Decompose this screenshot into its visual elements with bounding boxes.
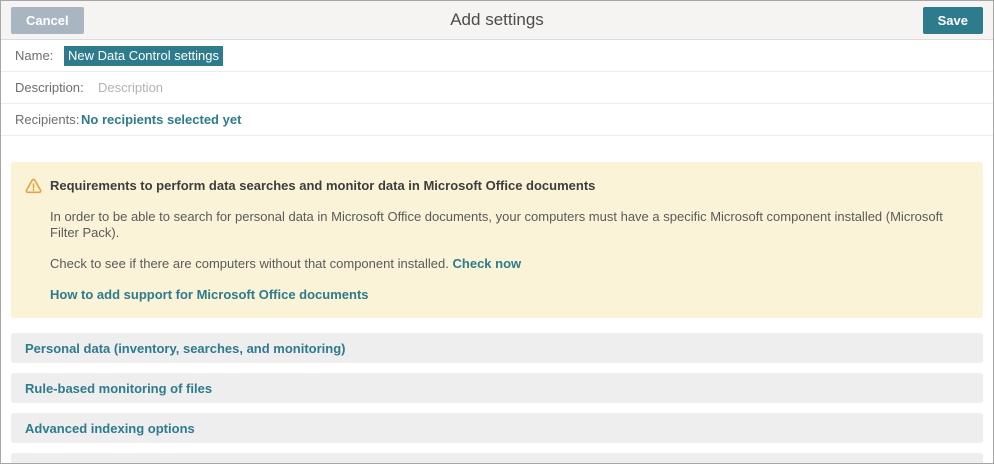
section-personal-data[interactable]: Personal data (inventory, searches, and … [11, 333, 983, 363]
recipients-label: Recipients: [15, 112, 81, 127]
section-advanced-indexing-label: Advanced indexing options [25, 421, 195, 436]
office-requirements-warning-panel: Requirements to perform data searches an… [11, 162, 983, 318]
warning-paragraph: In order to be able to search for person… [50, 209, 969, 241]
description-input[interactable] [98, 80, 498, 95]
section-removable-storage[interactable]: Write to removable storage drives [11, 453, 983, 464]
description-row: Description: [1, 72, 993, 104]
section-removable-storage-label: Write to removable storage drives [25, 461, 234, 464]
recipients-row: Recipients: No recipients selected yet [1, 104, 993, 136]
warning-header: Requirements to perform data searches an… [25, 178, 969, 194]
warning-help-row: How to add support for Microsoft Office … [50, 287, 969, 303]
description-label: Description: [15, 80, 98, 95]
top-bar: Cancel Add settings Save [1, 1, 993, 40]
save-button[interactable]: Save [923, 7, 983, 34]
name-label: Name: [15, 48, 64, 63]
cancel-button[interactable]: Cancel [11, 7, 84, 34]
section-rule-based-monitoring-label: Rule-based monitoring of files [25, 381, 212, 396]
section-advanced-indexing[interactable]: Advanced indexing options [11, 413, 983, 443]
office-support-help-link[interactable]: How to add support for Microsoft Office … [50, 287, 369, 302]
add-settings-page: Cancel Add settings Save Name: New Data … [0, 0, 994, 464]
section-rule-based-monitoring[interactable]: Rule-based monitoring of files [11, 373, 983, 403]
warning-check-text: Check to see if there are computers with… [50, 256, 449, 271]
section-personal-data-label: Personal data (inventory, searches, and … [25, 341, 346, 356]
warning-title: Requirements to perform data searches an… [50, 178, 595, 194]
recipients-link[interactable]: No recipients selected yet [81, 112, 241, 127]
warning-check-row: Check to see if there are computers with… [50, 256, 969, 272]
name-input[interactable]: New Data Control settings [64, 46, 223, 66]
page-title: Add settings [1, 10, 993, 30]
name-row: Name: New Data Control settings [1, 40, 993, 72]
warning-triangle-icon [25, 178, 42, 194]
check-now-link[interactable]: Check now [453, 256, 522, 271]
